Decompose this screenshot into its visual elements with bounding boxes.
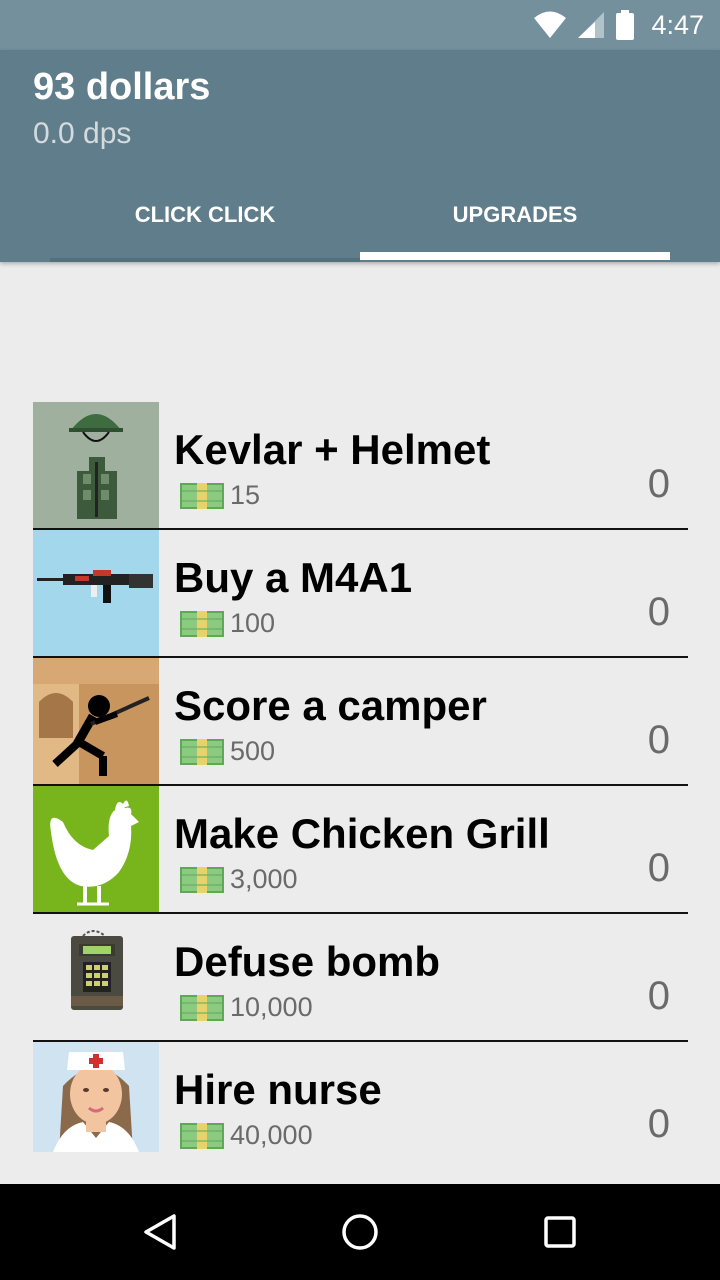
tab-track	[50, 258, 360, 262]
owned-count: 0	[647, 974, 670, 1018]
owned-count: 0	[647, 590, 670, 634]
tab-selected-indicator	[360, 252, 670, 260]
owned-count: 0	[647, 1102, 670, 1146]
bomb-icon	[33, 914, 159, 1040]
m4a1-rifle-icon	[33, 530, 159, 656]
upgrade-title: Make Chicken Grill	[174, 810, 550, 857]
home-circle-icon	[342, 1214, 378, 1250]
money-icon	[180, 482, 224, 509]
tab-click-click[interactable]: CLICK CLICK	[50, 170, 360, 260]
money-icon	[180, 994, 224, 1021]
owned-count: 0	[647, 462, 670, 506]
back-triangle-icon	[144, 1214, 176, 1250]
money-icon	[180, 738, 224, 765]
upgrade-title: Score a camper	[174, 682, 487, 729]
money-icon	[180, 866, 224, 893]
app-bar: 93 dollars 0.0 dps CLICK CLICK UPGRADES	[0, 50, 720, 262]
wifi-icon	[534, 11, 567, 38]
home-button[interactable]	[300, 1184, 420, 1280]
dps-label: 0.0 dps	[33, 117, 132, 150]
upgrade-price: 100	[230, 608, 276, 638]
price-group: 10,000	[180, 992, 313, 1023]
chicken-icon	[33, 786, 159, 912]
upgrade-row-kevlar[interactable]: Kevlar + Helmet 15 0	[33, 402, 688, 530]
tab-upgrades[interactable]: UPGRADES	[360, 170, 670, 260]
status-icons: 4:47	[533, 0, 704, 50]
navigation-bar	[0, 1184, 720, 1280]
upgrade-title: Hire nurse	[174, 1066, 382, 1113]
money-icon	[180, 610, 224, 637]
upgrade-price: 500	[230, 736, 276, 766]
upgrade-row-chicken[interactable]: Make Chicken Grill 3,000 0	[33, 786, 688, 914]
price-group: 15	[180, 480, 260, 511]
upgrade-title: Defuse bomb	[174, 938, 441, 985]
upgrade-row-nurse[interactable]: Hire nurse 40,000 0	[33, 1042, 688, 1152]
price-group: 40,000	[180, 1120, 313, 1151]
balance-label: 93 dollars	[33, 66, 211, 108]
battery-icon	[616, 10, 635, 40]
upgrade-price: 40,000	[230, 1120, 313, 1150]
kevlar-helmet-icon	[33, 402, 159, 528]
status-time: 4:47	[651, 9, 704, 40]
upgrade-list: Kevlar + Helmet 15 0 Buy a M4A1 100 0 Sc…	[33, 402, 688, 1152]
upgrade-row-camper[interactable]: Score a camper 500 0	[33, 658, 688, 786]
upgrade-title: Kevlar + Helmet	[174, 426, 491, 473]
recents-button[interactable]	[500, 1184, 620, 1280]
price-group: 500	[180, 736, 275, 767]
recents-square-icon	[544, 1216, 576, 1248]
upgrade-title: Buy a M4A1	[174, 554, 413, 601]
nurse-icon	[33, 1042, 159, 1152]
price-group: 3,000	[180, 864, 298, 895]
owned-count: 0	[647, 718, 670, 762]
upgrade-row-m4a1[interactable]: Buy a M4A1 100 0	[33, 530, 688, 658]
price-group: 100	[180, 608, 275, 639]
status-bar: 4:47	[0, 0, 720, 50]
back-button[interactable]	[100, 1184, 220, 1280]
upgrade-price: 3,000	[230, 864, 298, 894]
upgrade-price: 10,000	[230, 992, 313, 1022]
upgrade-row-bomb[interactable]: Defuse bomb 10,000 0	[33, 914, 688, 1042]
owned-count: 0	[647, 846, 670, 890]
cell-signal-icon	[578, 12, 605, 38]
upgrade-price: 15	[230, 480, 261, 510]
money-icon	[180, 1122, 224, 1149]
sniper-camper-icon	[33, 658, 159, 784]
